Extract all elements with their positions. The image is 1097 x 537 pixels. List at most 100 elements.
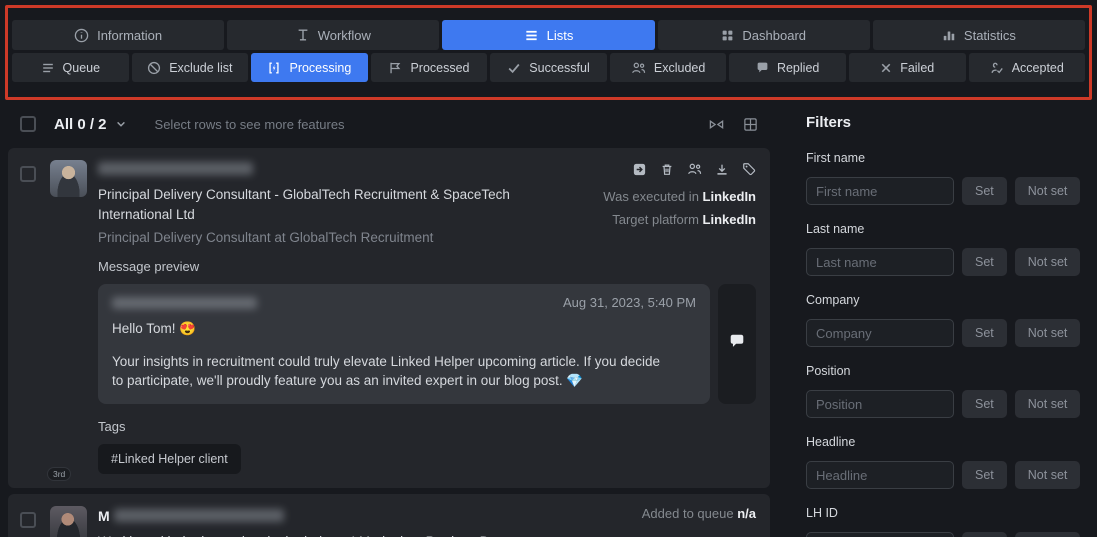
first-name-input[interactable]: [806, 177, 954, 205]
statistics-icon: [942, 28, 956, 42]
annotation-red-box: Information Workflow Lists Dashboard Sta…: [5, 5, 1092, 100]
row-checkbox[interactable]: [20, 511, 36, 528]
chevron-down-icon: [115, 118, 127, 130]
card-body: M Working with the best talent in the in…: [98, 506, 756, 537]
filter-first-name: First name Set Not set: [806, 151, 1081, 205]
meta-label: Was executed in: [603, 189, 699, 204]
tab-dashboard[interactable]: Dashboard: [657, 20, 870, 50]
card-actions: [541, 162, 756, 177]
subtab-successful[interactable]: Successful: [490, 53, 607, 82]
set-button[interactable]: Set: [962, 319, 1007, 347]
meta-label: Added to queue: [641, 505, 734, 521]
delete-icon[interactable]: [660, 162, 674, 177]
tab-label: Replied: [776, 60, 820, 75]
fit-columns-icon[interactable]: [708, 117, 725, 132]
contact-name-redacted[interactable]: [98, 162, 253, 175]
meta-value: n/a: [737, 505, 756, 521]
not-set-button[interactable]: Not set: [1014, 532, 1081, 537]
chat-bubble-icon: [728, 332, 746, 355]
set-button[interactable]: Set: [962, 177, 1007, 205]
filter-label: Company: [806, 293, 860, 307]
main-tabs: Information Workflow Lists Dashboard Sta…: [10, 20, 1087, 50]
card-body: Principal Delivery Consultant - GlobalTe…: [98, 160, 756, 474]
tag-chip[interactable]: #Linked Helper client: [98, 443, 241, 474]
message-preview-label: Message preview: [98, 259, 200, 275]
contact-name-redacted: [113, 509, 284, 523]
headline-input[interactable]: [806, 461, 954, 489]
meta-added-queue: Added to queue n/a: [541, 506, 756, 521]
tab-label: Excluded: [653, 60, 706, 75]
avatar-wrap: 3rd: [47, 160, 88, 481]
not-set-button[interactable]: Not set: [1014, 461, 1081, 489]
tab-statistics[interactable]: Statistics: [872, 20, 1086, 50]
degree-badge: 3rd: [47, 466, 72, 481]
queue-icon: [41, 61, 55, 75]
set-button[interactable]: Set: [962, 532, 1007, 537]
selection-scope-dropdown[interactable]: All 0 / 2: [54, 116, 127, 133]
contact-avatar[interactable]: [50, 160, 87, 197]
tab-label: Exclude list: [169, 60, 233, 75]
tab-label: Accepted: [1011, 60, 1064, 75]
not-set-button[interactable]: Not set: [1014, 248, 1081, 276]
subtab-accepted[interactable]: Accepted: [968, 53, 1086, 82]
set-button[interactable]: Set: [962, 390, 1007, 418]
filter-label: LH ID: [806, 506, 838, 520]
tab-label: Statistics: [963, 27, 1016, 43]
excluded-people-icon: [631, 61, 646, 75]
meta-executed: Was executed in LinkedIn: [541, 189, 756, 204]
lists-icon: [524, 28, 539, 43]
message-timestamp: Aug 31, 2023, 5:40 PM: [563, 295, 696, 311]
table-view-icon[interactable]: [743, 117, 758, 132]
message-preview: Aug 31, 2023, 5:40 PM Hello Tom! 😍 Your …: [98, 284, 710, 404]
open-chat-button[interactable]: [718, 284, 756, 404]
tab-label: Queue: [62, 60, 101, 75]
tab-workflow[interactable]: Workflow: [227, 20, 440, 50]
avatar-wrap: 3rd: [50, 505, 88, 537]
tab-lists[interactable]: Lists: [442, 20, 655, 50]
not-set-button[interactable]: Not set: [1014, 319, 1081, 347]
download-icon[interactable]: [715, 162, 729, 177]
company-input[interactable]: [806, 319, 954, 347]
x-icon: [880, 62, 892, 74]
filter-label: Headline: [806, 435, 856, 449]
set-button[interactable]: Set: [962, 461, 1007, 489]
filter-label: Last name: [806, 222, 865, 236]
position-input[interactable]: [806, 390, 954, 418]
set-button[interactable]: Set: [962, 248, 1007, 276]
tab-label: Lists: [546, 27, 574, 43]
subtab-exclude-list[interactable]: Exclude list: [131, 53, 249, 82]
last-name-input[interactable]: [806, 248, 954, 276]
subtab-processing[interactable]: Processing: [251, 53, 368, 82]
subtab-failed[interactable]: Failed: [848, 53, 966, 82]
not-set-button[interactable]: Not set: [1014, 390, 1081, 418]
select-all-checkbox[interactable]: [20, 116, 36, 132]
not-set-button[interactable]: Not set: [1014, 177, 1081, 205]
exclude-icon: [147, 61, 161, 75]
lh-id-input[interactable]: [806, 532, 954, 537]
meta-label: Target platform: [612, 212, 699, 227]
filters-title: Filters: [806, 114, 852, 131]
exclude-contact-icon[interactable]: [687, 162, 702, 177]
tab-label: Dashboard: [742, 27, 807, 43]
tab-label: Processing: [289, 60, 352, 75]
subtab-queue[interactable]: Queue: [12, 53, 129, 82]
subtab-processed[interactable]: Processed: [370, 53, 488, 82]
tab-label: Failed: [900, 60, 935, 75]
tab-label: Information: [97, 27, 163, 43]
contact-position: Principal Delivery Consultant at GlobalT…: [98, 230, 434, 246]
subtab-excluded[interactable]: Excluded: [609, 53, 727, 82]
dashboard-icon: [721, 29, 734, 42]
list-sub-tabs: Queue Exclude list Processing Processed …: [10, 53, 1087, 82]
tab-information[interactable]: Information: [12, 20, 225, 50]
list-toolbar: All 0 / 2 Select rows to see more featur…: [8, 106, 770, 142]
tab-label: Successful: [529, 60, 590, 75]
row-checkbox[interactable]: [20, 166, 36, 182]
tag-icon[interactable]: [742, 162, 756, 177]
subtab-replied[interactable]: Replied: [729, 53, 846, 82]
check-icon: [507, 61, 521, 75]
contact-headline: Principal Delivery Consultant - GlobalTe…: [98, 187, 510, 222]
contact-name[interactable]: M: [98, 508, 527, 524]
contact-avatar[interactable]: [50, 505, 87, 537]
filter-position: Position Set Not set: [806, 364, 1081, 418]
move-to-queue-icon[interactable]: [632, 162, 647, 177]
